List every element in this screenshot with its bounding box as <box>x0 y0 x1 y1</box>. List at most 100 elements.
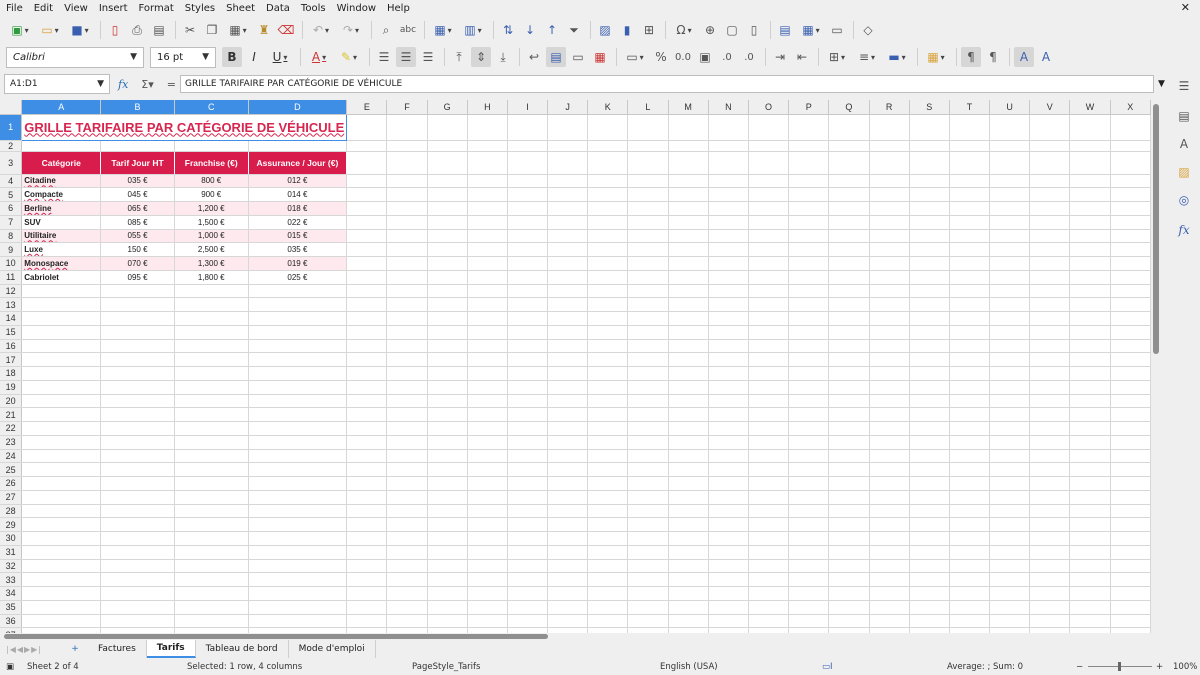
cell[interactable] <box>949 201 991 216</box>
cell[interactable] <box>989 421 1031 436</box>
cell[interactable] <box>346 366 388 381</box>
cell[interactable] <box>788 380 830 395</box>
cell[interactable] <box>174 545 249 560</box>
cell[interactable] <box>828 151 870 175</box>
cell[interactable] <box>100 421 175 436</box>
cell[interactable] <box>21 352 102 367</box>
cell[interactable] <box>346 270 388 285</box>
cell[interactable] <box>869 586 910 601</box>
cell[interactable] <box>788 531 830 546</box>
cell[interactable] <box>587 600 629 615</box>
cell[interactable] <box>427 600 468 615</box>
cell[interactable] <box>547 229 589 244</box>
cell[interactable] <box>909 256 950 271</box>
cell[interactable] <box>427 572 468 587</box>
text-orientation-vertical-icon[interactable]: A <box>1036 47 1056 67</box>
cell[interactable] <box>1069 435 1111 450</box>
cell[interactable] <box>989 215 1031 230</box>
cell[interactable] <box>627 256 669 271</box>
cell[interactable] <box>467 504 508 519</box>
cell[interactable] <box>386 380 428 395</box>
cell[interactable] <box>788 407 830 422</box>
cell[interactable] <box>627 449 669 464</box>
cell[interactable] <box>547 504 589 519</box>
row-header[interactable]: 36 <box>0 614 23 629</box>
cell[interactable] <box>547 586 589 601</box>
cell[interactable] <box>587 394 629 409</box>
cell[interactable] <box>828 394 870 409</box>
tab-mode-emploi[interactable]: Mode d'emploi <box>289 640 376 658</box>
cell[interactable] <box>507 229 549 244</box>
cell[interactable] <box>788 476 830 491</box>
value-cell[interactable]: 035 € <box>100 174 175 189</box>
row-header[interactable]: 29 <box>0 517 23 532</box>
cell[interactable] <box>748 187 790 202</box>
cell[interactable] <box>21 504 102 519</box>
cell[interactable] <box>1069 517 1111 532</box>
cell[interactable] <box>1110 394 1151 409</box>
cell[interactable] <box>100 504 175 519</box>
cell[interactable] <box>828 215 870 230</box>
cell[interactable] <box>587 517 629 532</box>
cell[interactable] <box>708 187 749 202</box>
cell[interactable] <box>1110 559 1151 574</box>
cell[interactable] <box>467 242 508 257</box>
cell[interactable] <box>100 545 175 560</box>
cell[interactable] <box>949 151 991 175</box>
cell[interactable] <box>788 215 830 230</box>
menu-insert[interactable]: Insert <box>99 3 128 14</box>
cell[interactable] <box>1110 352 1151 367</box>
cell[interactable] <box>708 339 749 354</box>
right-to-left-icon[interactable]: ¶ <box>983 47 1003 67</box>
category-cell[interactable]: Citadine <box>21 174 102 189</box>
select-all-corner[interactable] <box>0 100 23 115</box>
cell[interactable] <box>989 586 1031 601</box>
cell[interactable] <box>909 174 950 189</box>
cell[interactable] <box>174 572 249 587</box>
column-header[interactable]: M <box>668 100 709 115</box>
properties-icon[interactable]: ▤ <box>1174 106 1194 126</box>
cell[interactable] <box>386 174 428 189</box>
cell[interactable] <box>427 201 468 216</box>
cell[interactable] <box>869 407 910 422</box>
cell[interactable] <box>346 187 388 202</box>
cell[interactable] <box>1069 490 1111 505</box>
cell[interactable] <box>668 187 709 202</box>
cell[interactable] <box>1110 297 1151 312</box>
cell[interactable] <box>909 215 950 230</box>
cell[interactable] <box>587 462 629 477</box>
cell[interactable] <box>1069 545 1111 560</box>
cell[interactable] <box>427 421 468 436</box>
cell[interactable] <box>748 256 790 271</box>
cell[interactable] <box>708 600 749 615</box>
cell[interactable] <box>989 490 1031 505</box>
cell[interactable] <box>507 614 549 629</box>
cell[interactable] <box>587 140 629 152</box>
cell[interactable] <box>909 614 950 629</box>
cell[interactable] <box>587 421 629 436</box>
cell[interactable] <box>748 215 790 230</box>
cell[interactable] <box>748 270 790 285</box>
cell[interactable] <box>949 339 991 354</box>
cell[interactable] <box>427 174 468 189</box>
cell[interactable] <box>627 270 669 285</box>
cell[interactable] <box>100 435 175 450</box>
cell[interactable] <box>386 114 428 141</box>
cell[interactable] <box>1029 325 1071 340</box>
cell[interactable] <box>467 201 508 216</box>
cell[interactable] <box>989 339 1031 354</box>
cell[interactable] <box>1110 421 1151 436</box>
row-header[interactable]: 5 <box>0 187 23 202</box>
cell[interactable] <box>748 242 790 257</box>
row-header[interactable]: 34 <box>0 586 23 601</box>
cell[interactable] <box>949 394 991 409</box>
sort-ascending-icon[interactable]: ↓ <box>520 20 540 40</box>
cell[interactable] <box>708 215 749 230</box>
cell[interactable] <box>174 586 249 601</box>
insert-chart-icon[interactable]: ▮ <box>617 20 637 40</box>
cell[interactable] <box>748 545 790 560</box>
cell[interactable] <box>174 407 249 422</box>
new-document-icon[interactable]: ▣ <box>6 20 34 40</box>
cell[interactable] <box>346 215 388 230</box>
cell[interactable] <box>507 270 549 285</box>
